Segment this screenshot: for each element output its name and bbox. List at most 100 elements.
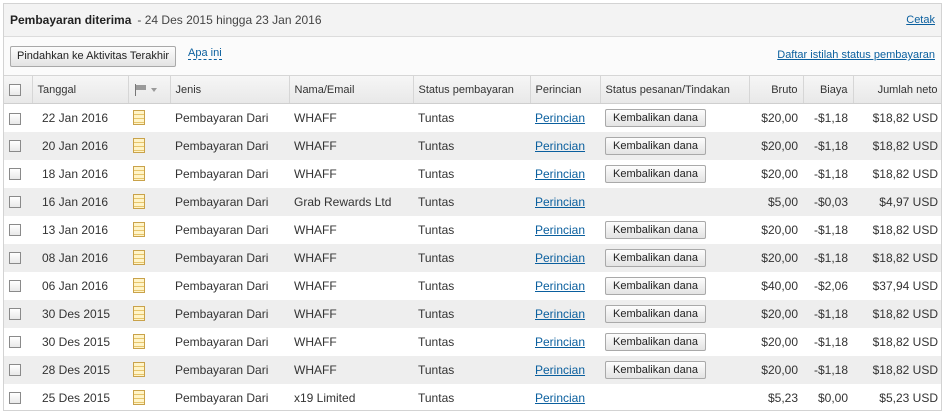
details-link[interactable]: Perincian (535, 363, 585, 377)
toolbar: Pindahkan ke Aktivitas Terakhir Apa ini … (4, 37, 941, 75)
col-net[interactable]: Jumlah neto (853, 75, 941, 104)
note-icon[interactable] (133, 110, 145, 126)
row-note-cell (128, 132, 170, 160)
row-note-cell (128, 328, 170, 356)
details-link[interactable]: Perincian (535, 223, 585, 237)
note-icon[interactable] (133, 166, 145, 182)
note-icon[interactable] (133, 362, 145, 378)
row-gross: $20,00 (761, 166, 798, 181)
col-name[interactable]: Nama/Email (289, 75, 414, 104)
table-row: 18 Jan 2016 Pembayaran Dari WHAFF Tuntas Per… (4, 159, 941, 188)
row-status: Tuntas (418, 306, 455, 321)
row-name: WHAFF (294, 110, 337, 125)
payments-table: Tanggal Jenis Nama/Email Status pembayar… (4, 75, 941, 411)
refund-button[interactable]: Kembalikan dana (605, 304, 707, 323)
note-icon[interactable] (133, 222, 145, 238)
table-header-row: Tanggal Jenis Nama/Email Status pembayar… (4, 75, 941, 104)
col-details: Perincian (530, 75, 601, 104)
row-gross: $5,23 (767, 390, 798, 405)
refund-button[interactable]: Kembalikan dana (605, 164, 707, 183)
note-icon[interactable] (133, 194, 145, 210)
details-link[interactable]: Perincian (535, 251, 585, 265)
row-name: x19 Limited (294, 390, 356, 405)
note-icon[interactable] (133, 138, 145, 154)
status-glossary-link[interactable]: Daftar istilah status pembayaran (777, 49, 935, 61)
move-to-recent-activity-button[interactable]: Pindahkan ke Aktivitas Terakhir (10, 45, 177, 67)
select-all-cell (4, 75, 33, 104)
row-type: Pembayaran Dari (175, 110, 269, 125)
row-checkbox[interactable] (9, 392, 21, 405)
details-link[interactable]: Perincian (535, 111, 585, 125)
print-link[interactable]: Cetak (906, 14, 935, 26)
details-link[interactable]: Perincian (535, 195, 585, 209)
row-details-cell: Perincian (530, 384, 600, 411)
details-link[interactable]: Perincian (535, 307, 585, 321)
row-note-cell (128, 300, 170, 328)
refund-button[interactable]: Kembalikan dana (605, 108, 707, 127)
row-checkbox[interactable] (9, 308, 21, 321)
row-gross: $20,00 (761, 334, 798, 349)
note-icon[interactable] (133, 278, 145, 294)
row-status: Tuntas (418, 138, 455, 153)
col-flag[interactable] (128, 75, 171, 104)
row-details-cell: Perincian (530, 300, 600, 328)
row-date: 13 Jan 2016 (42, 222, 109, 237)
row-checkbox[interactable] (9, 112, 21, 125)
row-details-cell: Perincian (530, 328, 600, 356)
details-link[interactable]: Perincian (535, 139, 585, 153)
what-is-this-link[interactable]: Apa ini (188, 47, 222, 60)
row-select-cell (4, 244, 32, 272)
row-net: $18,82 USD (872, 334, 938, 349)
details-link[interactable]: Perincian (535, 391, 585, 405)
row-fee: -$1,18 (813, 222, 848, 237)
note-icon[interactable] (133, 250, 145, 266)
row-fee: -$1,18 (813, 250, 848, 265)
details-link[interactable]: Perincian (535, 279, 585, 293)
row-gross: $5,00 (767, 194, 798, 209)
note-icon[interactable] (133, 334, 145, 350)
refund-button[interactable]: Kembalikan dana (605, 136, 707, 155)
refund-button[interactable]: Kembalikan dana (605, 220, 707, 239)
col-gross[interactable]: Bruto (749, 75, 804, 104)
row-status: Tuntas (418, 166, 455, 181)
row-fee: -$1,18 (813, 362, 848, 377)
row-net: $18,82 USD (872, 110, 938, 125)
refund-button[interactable]: Kembalikan dana (605, 360, 707, 379)
col-status[interactable]: Status pembayaran (413, 75, 531, 104)
refund-button[interactable]: Kembalikan dana (605, 332, 707, 351)
details-link[interactable]: Perincian (535, 167, 585, 181)
row-details-cell: Perincian (530, 132, 600, 160)
row-checkbox[interactable] (9, 280, 21, 293)
row-details-cell: Perincian (530, 272, 600, 300)
refund-button[interactable]: Kembalikan dana (605, 276, 707, 295)
row-checkbox[interactable] (9, 140, 21, 153)
row-type: Pembayaran Dari (175, 194, 269, 209)
row-checkbox[interactable] (9, 364, 21, 377)
row-net: $18,82 USD (872, 362, 938, 377)
row-checkbox[interactable] (9, 196, 21, 209)
row-checkbox[interactable] (9, 252, 21, 265)
row-net: $18,82 USD (872, 306, 938, 321)
select-all-checkbox[interactable] (9, 83, 21, 96)
row-gross: $20,00 (761, 110, 798, 125)
row-fee: -$1,18 (813, 306, 848, 321)
row-action-cell: Kembalikan dana (600, 356, 749, 384)
details-link[interactable]: Perincian (535, 335, 585, 349)
col-date[interactable]: Tanggal (32, 75, 129, 104)
note-icon[interactable] (133, 390, 145, 406)
refund-button[interactable]: Kembalikan dana (605, 248, 707, 267)
col-type[interactable]: Jenis (170, 75, 290, 104)
row-date: 20 Jan 2016 (42, 138, 109, 153)
panel-header: Pembayaran diterima - 24 Des 2015 hingga… (4, 4, 941, 37)
row-details-cell: Perincian (530, 356, 600, 384)
row-name: WHAFF (294, 166, 337, 181)
col-fee[interactable]: Biaya (803, 75, 854, 104)
row-checkbox[interactable] (9, 168, 21, 181)
note-icon[interactable] (133, 306, 145, 322)
row-checkbox[interactable] (9, 336, 21, 349)
row-net: $18,82 USD (872, 222, 938, 237)
row-fee: -$1,18 (813, 138, 848, 153)
row-checkbox[interactable] (9, 224, 21, 237)
row-select-cell (4, 272, 32, 300)
row-details-cell: Perincian (530, 188, 600, 216)
